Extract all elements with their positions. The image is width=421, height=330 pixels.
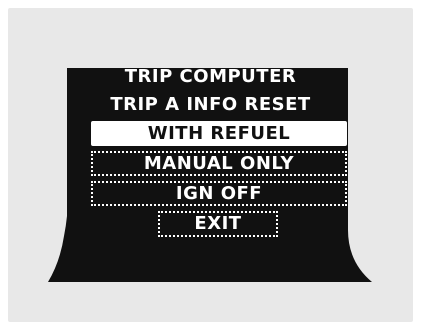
menu-option-manual-only[interactable]: MANUAL ONLY: [91, 151, 347, 176]
menu-option-exit[interactable]: EXIT: [158, 211, 278, 237]
screen-title: TRIP COMPUTER: [124, 66, 297, 87]
menu-option-ign-off[interactable]: IGN OFF: [91, 181, 347, 206]
menu-option-with-refuel[interactable]: WITH REFUEL: [91, 121, 347, 146]
screen-subtitle: TRIP A INFO RESET: [110, 94, 311, 115]
